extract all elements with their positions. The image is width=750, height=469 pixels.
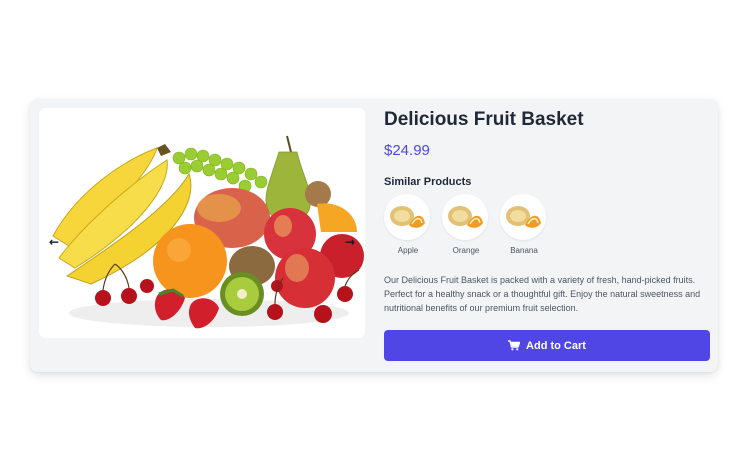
similar-product-label: Banana — [510, 246, 538, 255]
similar-products-heading: Similar Products — [384, 176, 472, 188]
fruit-basket-image — [52, 135, 364, 329]
product-description: Our Delicious Fruit Basket is packed wit… — [384, 275, 701, 313]
similar-product-apple[interactable]: Apple — [384, 194, 432, 255]
previous-image-button[interactable]: ← — [45, 233, 63, 251]
similar-product-orange[interactable]: Orange — [442, 194, 490, 255]
add-to-cart-button[interactable]: Add to Cart — [384, 330, 710, 361]
product-title: Delicious Fruit Basket — [384, 109, 584, 130]
similar-product-banana[interactable]: Banana — [500, 194, 548, 255]
product-card: ← → Delicious Fruit Basket $24.99 Simila… — [30, 99, 718, 372]
similar-products-list: Apple Orange Banana — [384, 194, 558, 255]
add-to-cart-label: Add to Cart — [526, 339, 586, 352]
product-image-gallery: ← → — [39, 108, 365, 338]
next-image-button[interactable]: → — [341, 233, 359, 251]
melon-slice-icon — [500, 194, 546, 240]
product-price: $24.99 — [384, 142, 430, 159]
product-details: Delicious Fruit Basket $24.99 Similar Pr… — [384, 99, 710, 372]
similar-product-label: Apple — [397, 246, 419, 255]
melon-slice-icon — [442, 194, 488, 240]
similar-product-label: Orange — [452, 246, 480, 255]
melon-slice-icon — [384, 194, 430, 240]
cart-icon — [508, 340, 521, 351]
